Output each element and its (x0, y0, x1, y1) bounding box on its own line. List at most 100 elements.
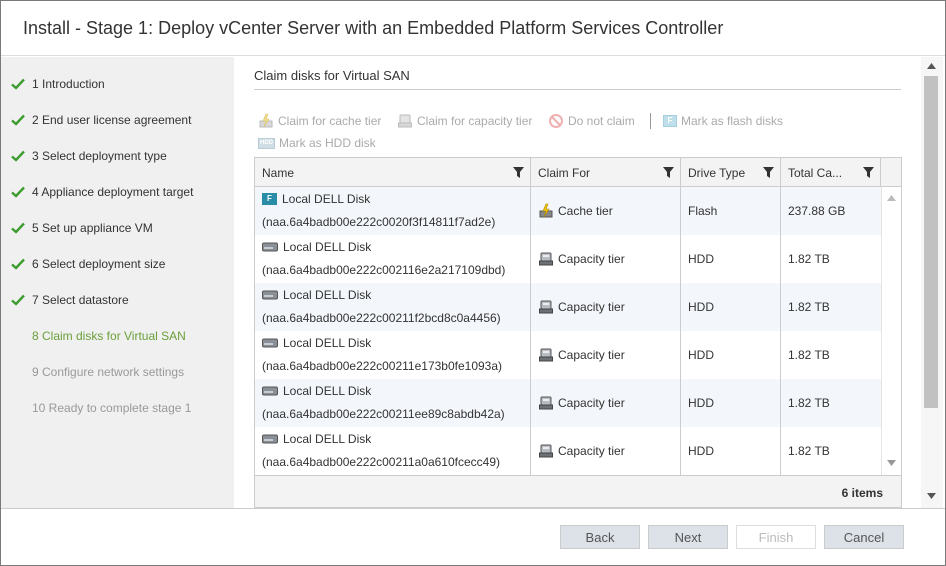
scroll-up-icon[interactable] (887, 195, 896, 201)
claim-value: Capacity tier (558, 252, 625, 266)
installer-window: Install - Stage 1: Deploy vCenter Server… (0, 0, 946, 566)
check-icon (11, 114, 25, 126)
hdd-mark-icon: HDD (258, 137, 275, 149)
cancel-button[interactable]: Cancel (824, 525, 904, 549)
column-header-total-capacity[interactable]: Total Ca... (781, 158, 881, 187)
filter-icon[interactable] (863, 167, 874, 178)
hdd-disk-icon (262, 290, 278, 300)
drive-type-value: HDD (688, 396, 714, 410)
claim-cell[interactable]: Capacity tier (531, 331, 681, 379)
disk-name: Local DELL Disk (283, 336, 372, 350)
step-claim-disks[interactable]: 8 Claim disks for Virtual SAN (1, 329, 234, 365)
step-label: 8 Claim disks for Virtual SAN (32, 329, 186, 343)
claim-cell[interactable]: Capacity tier (531, 283, 681, 331)
capacity-tier-icon (539, 300, 553, 314)
capacity-value: 1.82 TB (788, 348, 830, 362)
capacity-cell: 1.82 TB (781, 331, 881, 379)
mark-flash-disks-button[interactable]: F Mark as flash disks (663, 112, 783, 130)
disk-id: (naa.6a4badb00e222c00211ee89c8abdb42a) (262, 407, 505, 421)
column-header-claim-for[interactable]: Claim For (531, 158, 681, 187)
step-label: 3 Select deployment type (32, 149, 167, 163)
step-datastore[interactable]: 7 Select datastore (1, 293, 234, 329)
finish-button: Finish (736, 525, 816, 549)
capacity-tier-icon (539, 396, 553, 410)
capacity-value: 1.82 TB (788, 444, 830, 458)
name-cell: Local DELL Disk (naa.6a4badb00e222c00211… (255, 427, 531, 475)
scroll-down-icon[interactable] (887, 460, 896, 466)
name-cell: F Local DELL Disk (naa.6a4badb00e222c002… (255, 187, 531, 235)
table-row[interactable]: F Local DELL Disk (naa.6a4badb00e222c002… (255, 187, 881, 235)
claim-cell[interactable]: Capacity tier (531, 379, 681, 427)
column-header-drive-type[interactable]: Drive Type (681, 158, 781, 187)
filter-icon[interactable] (663, 167, 674, 178)
column-header-label: Total Ca... (788, 165, 843, 180)
check-icon (11, 150, 25, 162)
grid-scrollbar[interactable] (881, 187, 901, 475)
capacity-cell: 1.82 TB (781, 235, 881, 283)
step-eula[interactable]: 2 End user license agreement (1, 113, 234, 149)
capacity-cell: 1.82 TB (781, 379, 881, 427)
disk-grid: Name Claim For Drive Type Total Ca... F … (254, 157, 902, 508)
flash-mark-icon: F (663, 115, 677, 127)
capacity-tier-icon (539, 444, 553, 458)
do-not-claim-icon (549, 114, 563, 128)
column-header-name[interactable]: Name (255, 158, 531, 187)
drive-type-value: HDD (688, 444, 714, 458)
capacity-cell: 1.82 TB (781, 283, 881, 331)
scroll-up-icon[interactable] (927, 63, 936, 69)
filter-icon[interactable] (513, 167, 524, 178)
back-button[interactable]: Back (560, 525, 640, 549)
step-deployment-target[interactable]: 4 Appliance deployment target (1, 185, 234, 221)
step-deployment-type[interactable]: 3 Select deployment type (1, 149, 234, 185)
dialog-footer: Back Next Finish Cancel (1, 508, 945, 565)
toolbar-separator (650, 113, 651, 129)
capacity-tier-icon (398, 114, 412, 128)
filter-icon[interactable] (763, 167, 774, 178)
scroll-down-icon[interactable] (927, 493, 936, 499)
hdd-disk-icon (262, 338, 278, 348)
claim-value: Cache tier (558, 204, 613, 218)
claim-capacity-tier-button[interactable]: Claim for capacity tier (397, 112, 532, 130)
claim-cell[interactable]: Cache tier (531, 187, 681, 235)
step-label: 7 Select datastore (32, 293, 129, 307)
name-cell: Local DELL Disk (naa.6a4badb00e222c00211… (255, 235, 531, 283)
capacity-tier-icon (539, 348, 553, 362)
item-count: 6 items (841, 486, 883, 500)
mark-hdd-disk-button[interactable]: HDD Mark as HDD disk (258, 134, 376, 152)
table-row[interactable]: Local DELL Disk (naa.6a4badb00e222c00211… (255, 331, 881, 379)
table-row[interactable]: Local DELL Disk (naa.6a4badb00e222c00211… (255, 235, 881, 283)
claim-cache-tier-button[interactable]: Claim for cache tier (258, 112, 381, 130)
table-row[interactable]: Local DELL Disk (naa.6a4badb00e222c00211… (255, 379, 881, 427)
mark-hdd-disk-label: Mark as HDD disk (279, 136, 376, 150)
drive-type-value: HDD (688, 348, 714, 362)
step-introduction[interactable]: 1 Introduction (1, 77, 234, 113)
grid-header: Name Claim For Drive Type Total Ca... (255, 158, 901, 187)
grid-footer: 6 items (255, 475, 901, 507)
page-scrollbar[interactable] (921, 57, 943, 508)
table-row[interactable]: Local DELL Disk (naa.6a4badb00e222c00211… (255, 427, 881, 475)
do-not-claim-button[interactable]: Do not claim (548, 112, 635, 130)
table-row[interactable]: Local DELL Disk (naa.6a4badb00e222c00211… (255, 283, 881, 331)
hdd-disk-icon (262, 434, 278, 444)
claim-cell[interactable]: Capacity tier (531, 235, 681, 283)
check-icon (11, 186, 25, 198)
column-header-label: Name (262, 165, 295, 180)
drive-type-value: Flash (688, 204, 718, 218)
cache-tier-icon (539, 203, 553, 218)
drive-type-cell: HDD (681, 235, 781, 283)
grid-body: F Local DELL Disk (naa.6a4badb00e222c002… (255, 187, 881, 475)
next-button[interactable]: Next (648, 525, 728, 549)
column-header-label: Claim For (538, 165, 591, 180)
column-header-label: Drive Type (688, 165, 746, 180)
cache-tier-icon (259, 113, 273, 128)
claim-value: Capacity tier (558, 348, 625, 362)
drive-type-cell: HDD (681, 427, 781, 475)
check-icon (11, 258, 25, 270)
hdd-disk-icon (262, 386, 278, 396)
do-not-claim-label: Do not claim (568, 114, 635, 128)
step-deployment-size[interactable]: 6 Select deployment size (1, 257, 234, 293)
scroll-thumb[interactable] (924, 76, 938, 408)
claim-cell[interactable]: Capacity tier (531, 427, 681, 475)
step-appliance-vm[interactable]: 5 Set up appliance VM (1, 221, 234, 257)
drive-type-value: HDD (688, 252, 714, 266)
